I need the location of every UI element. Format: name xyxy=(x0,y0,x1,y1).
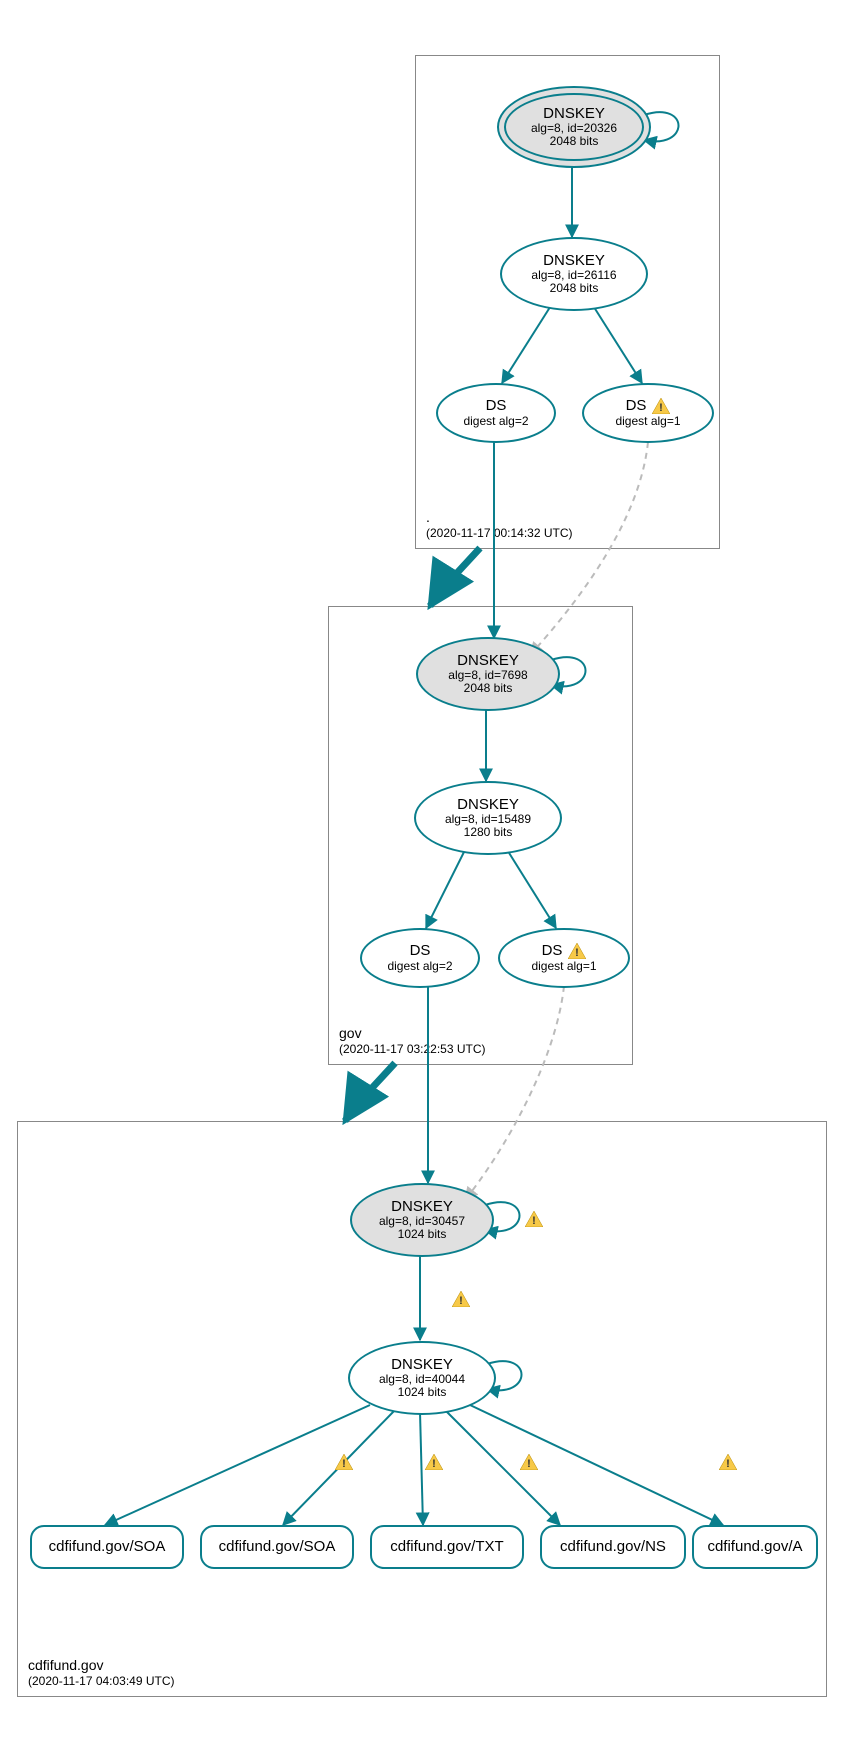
sub: 2048 bits xyxy=(550,135,599,148)
node-root-zsk: DNSKEY alg=8, id=26116 2048 bits xyxy=(500,237,648,311)
svg-text:!: ! xyxy=(433,1458,437,1470)
zone-root-name: . xyxy=(426,508,573,526)
warning-icon: ! xyxy=(520,1454,538,1470)
sub: digest alg=1 xyxy=(531,960,596,973)
zone-root-ts: (2020-11-17 00:14:32 UTC) xyxy=(426,526,573,542)
warning-icon: ! xyxy=(452,1291,470,1307)
rr-box: cdfifund.gov/SOA xyxy=(200,1525,354,1569)
node-gov-zsk: DNSKEY alg=8, id=15489 1280 bits xyxy=(414,781,562,855)
node-root-ds2: DS digest alg=2 xyxy=(436,383,556,443)
zone-leaf-name: cdfifund.gov xyxy=(28,1656,175,1674)
node-leaf-zsk: DNSKEY alg=8, id=40044 1024 bits xyxy=(348,1341,496,1415)
sub: alg=8, id=20326 xyxy=(531,122,617,135)
warning-icon: ! xyxy=(525,1211,543,1227)
rr-label: cdfifund.gov/TXT xyxy=(390,1539,503,1556)
sub: digest alg=2 xyxy=(463,415,528,428)
zone-gov-ts: (2020-11-17 03:22:53 UTC) xyxy=(339,1042,486,1058)
label: DS xyxy=(542,943,563,960)
rr-label: cdfifund.gov/SOA xyxy=(49,1539,166,1556)
rr-box: cdfifund.gov/SOA xyxy=(30,1525,184,1569)
warning-icon: ! xyxy=(568,943,586,959)
svg-text:!: ! xyxy=(342,1458,346,1470)
node-root-ksk: DNSKEY alg=8, id=20326 2048 bits xyxy=(497,86,651,168)
sub: digest alg=1 xyxy=(615,415,680,428)
zone-leaf-ts: (2020-11-17 04:03:49 UTC) xyxy=(28,1674,175,1690)
rr-box: cdfifund.gov/A xyxy=(692,1525,818,1569)
label: DNSKEY xyxy=(391,1357,453,1374)
sub: 2048 bits xyxy=(464,682,513,695)
sub: 1280 bits xyxy=(464,826,513,839)
svg-text:!: ! xyxy=(726,1458,730,1470)
warning-icon: ! xyxy=(335,1454,353,1470)
label: DNSKEY xyxy=(543,253,605,270)
node-gov-ksk: DNSKEY alg=8, id=7698 2048 bits xyxy=(416,637,560,711)
svg-text:!: ! xyxy=(660,402,664,414)
label: DS xyxy=(626,398,647,415)
label: DNSKEY xyxy=(457,653,519,670)
sub: 1024 bits xyxy=(398,1228,447,1241)
sub: 1024 bits xyxy=(398,1386,447,1399)
node-gov-ds2: DS digest alg=2 xyxy=(360,928,480,988)
label: DS xyxy=(410,943,431,960)
node-leaf-ksk: DNSKEY alg=8, id=30457 1024 bits xyxy=(350,1183,494,1257)
label: DNSKEY xyxy=(391,1199,453,1216)
node-gov-ds1: DS ! digest alg=1 xyxy=(498,928,630,988)
rr-label: cdfifund.gov/SOA xyxy=(219,1539,336,1556)
label: DNSKEY xyxy=(543,106,605,123)
svg-text:!: ! xyxy=(532,1215,536,1227)
warning-icon: ! xyxy=(652,398,670,414)
label: DNSKEY xyxy=(457,797,519,814)
svg-text:!: ! xyxy=(527,1458,531,1470)
label: DS xyxy=(486,398,507,415)
zone-gov-name: gov xyxy=(339,1024,486,1042)
rr-box: cdfifund.gov/TXT xyxy=(370,1525,524,1569)
sub: digest alg=2 xyxy=(387,960,452,973)
sub: 2048 bits xyxy=(550,282,599,295)
rr-box: cdfifund.gov/NS xyxy=(540,1525,686,1569)
rr-label: cdfifund.gov/NS xyxy=(560,1539,666,1556)
warning-icon: ! xyxy=(425,1454,443,1470)
node-root-ds1: DS ! digest alg=1 xyxy=(582,383,714,443)
warning-icon: ! xyxy=(719,1454,737,1470)
rr-label: cdfifund.gov/A xyxy=(707,1539,802,1556)
svg-text:!: ! xyxy=(576,947,580,959)
svg-text:!: ! xyxy=(460,1295,464,1307)
